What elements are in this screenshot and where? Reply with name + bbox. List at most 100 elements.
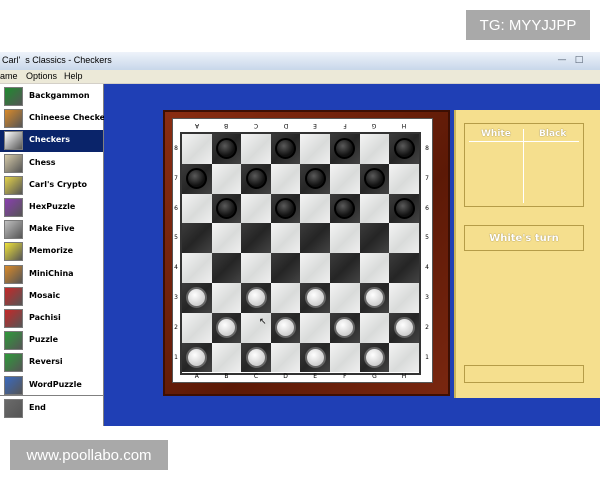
rank-label-left: 7 <box>174 174 178 182</box>
sidebar-item-make-five[interactable]: Make Five <box>0 219 103 241</box>
board-square-f4[interactable] <box>330 253 360 283</box>
black-checker-piece[interactable] <box>245 168 267 190</box>
board-square-h1[interactable] <box>389 342 419 373</box>
sidebar-item-chinese-checkers[interactable]: Chineese Checkers <box>0 108 114 130</box>
board-square-b1[interactable] <box>211 342 242 373</box>
black-checker-piece[interactable] <box>304 168 326 190</box>
file-label-top: A <box>194 122 199 129</box>
board-square-f5[interactable] <box>330 223 360 254</box>
board-square-b7[interactable] <box>211 163 242 194</box>
sidebar-item-label: End <box>29 403 46 412</box>
board-square-c6[interactable] <box>241 193 271 224</box>
board-square-e6[interactable] <box>300 193 330 224</box>
board-square-f7[interactable] <box>330 163 360 194</box>
board-square-b3[interactable] <box>211 283 242 313</box>
board-square-e5[interactable] <box>300 223 330 254</box>
board-square-d4[interactable] <box>270 253 301 283</box>
sidebar-item-crypto[interactable]: Carl's Crypto <box>0 175 103 197</box>
board-square-b4[interactable] <box>211 253 242 283</box>
board-square-c8[interactable] <box>241 134 271 164</box>
sidebar-item-pachisi[interactable]: Pachisi <box>0 308 103 330</box>
title-bar[interactable]: Carl' s Classics - Checkers — □ <box>0 52 600 71</box>
black-checker-piece[interactable] <box>363 168 385 190</box>
board-square-d1[interactable] <box>270 342 301 373</box>
white-checker-piece[interactable] <box>393 317 415 339</box>
sidebar-item-reversi[interactable]: Reversi <box>0 352 103 374</box>
black-checker-piece[interactable] <box>215 198 237 219</box>
make-five-icon <box>4 220 23 240</box>
white-checker-piece[interactable] <box>245 347 267 368</box>
board-square-a8[interactable] <box>182 134 212 164</box>
sidebar-item-puzzle[interactable]: Puzzle <box>0 330 103 352</box>
menu-game[interactable]: ame <box>0 71 18 81</box>
board-square-e4[interactable] <box>300 253 330 283</box>
file-label-top: H <box>401 122 407 129</box>
rank-label-right: 7 <box>425 174 429 182</box>
sidebar-item-exit-door[interactable]: End <box>0 398 103 420</box>
pachisi-icon <box>4 309 23 328</box>
board-square-c4[interactable] <box>241 253 271 283</box>
board-square-d5[interactable] <box>270 223 301 254</box>
board-square-f1[interactable] <box>330 342 360 373</box>
board-square-h7[interactable] <box>389 163 419 194</box>
sidebar-item-checkers[interactable]: Checkers <box>0 130 103 153</box>
menu-options[interactable]: Options <box>26 71 57 81</box>
maximize-icon[interactable]: □ <box>572 54 586 66</box>
sidebar-item-hexpuzzle[interactable]: HexPuzzle <box>0 197 103 219</box>
menu-bar: ame Options Help <box>0 70 600 83</box>
sidebar-item-minichina[interactable]: MiniChina <box>0 264 103 286</box>
rank-label-left: 5 <box>174 234 178 242</box>
black-checker-piece[interactable] <box>393 198 415 219</box>
black-checker-piece[interactable] <box>393 138 415 160</box>
score-header-white: White <box>481 129 511 139</box>
board-square-g6[interactable] <box>359 193 390 224</box>
board-square-g8[interactable] <box>359 134 390 164</box>
board-square-g4[interactable] <box>359 253 390 283</box>
board-square-a2[interactable] <box>182 312 212 343</box>
sidebar-item-label: Pachisi <box>29 313 61 322</box>
black-checker-piece[interactable] <box>275 198 297 219</box>
board-square-d7[interactable] <box>270 163 301 194</box>
rank-label-left: 3 <box>174 293 178 301</box>
board-square-b5[interactable] <box>211 223 242 254</box>
sidebar-item-label: Puzzle <box>29 335 59 345</box>
minichina-icon <box>4 264 23 284</box>
hexpuzzle-icon <box>4 198 23 217</box>
white-checker-piece[interactable] <box>304 347 326 368</box>
rank-label-right: 5 <box>425 234 429 242</box>
file-label-top: D <box>283 122 288 129</box>
mouse-cursor-icon: ↖ <box>259 317 267 327</box>
watermark-tg: TG: MYYJJPP <box>466 10 590 40</box>
score-table: White Black <box>464 123 584 207</box>
board-square-h4[interactable] <box>389 253 419 283</box>
board-square-e2[interactable] <box>300 312 330 343</box>
board-square-f3[interactable] <box>330 283 360 313</box>
file-label-bottom: E <box>313 373 318 380</box>
sidebar-item-label: Chineese Checkers <box>29 113 114 123</box>
white-checker-piece[interactable] <box>304 287 326 309</box>
sidebar-item-label: HexPuzzle <box>29 202 76 211</box>
sidebar-item-label: Mosaic <box>29 290 61 300</box>
board-square-g2[interactable] <box>359 312 390 343</box>
white-checker-piece[interactable] <box>215 317 237 339</box>
board-square-a5[interactable] <box>182 223 212 254</box>
sidebar-item-mosaic[interactable]: Mosaic <box>0 286 103 308</box>
exit-door-icon <box>4 399 23 418</box>
checkers-board[interactable] <box>180 132 421 375</box>
white-checker-piece[interactable] <box>245 287 267 309</box>
menu-help[interactable]: Help <box>64 71 83 81</box>
board-square-h5[interactable] <box>389 223 419 254</box>
board-square-d3[interactable] <box>270 283 301 313</box>
white-checker-piece[interactable] <box>363 347 385 368</box>
minimize-icon[interactable]: — <box>555 54 569 66</box>
sidebar-item-wordpuzzle[interactable]: WordPuzzle <box>0 375 103 397</box>
board-square-h3[interactable] <box>389 283 419 313</box>
sidebar-item-backgammon[interactable]: Backgammon <box>0 86 103 108</box>
board-square-a6[interactable] <box>182 193 212 224</box>
board-square-a4[interactable] <box>182 253 212 283</box>
sidebar-item-chess[interactable]: Chess <box>0 153 103 175</box>
board-square-c5[interactable] <box>241 223 271 254</box>
board-square-e8[interactable] <box>300 134 330 164</box>
sidebar-item-memorize[interactable]: Memorize <box>0 241 103 263</box>
board-square-g5[interactable] <box>359 223 390 254</box>
